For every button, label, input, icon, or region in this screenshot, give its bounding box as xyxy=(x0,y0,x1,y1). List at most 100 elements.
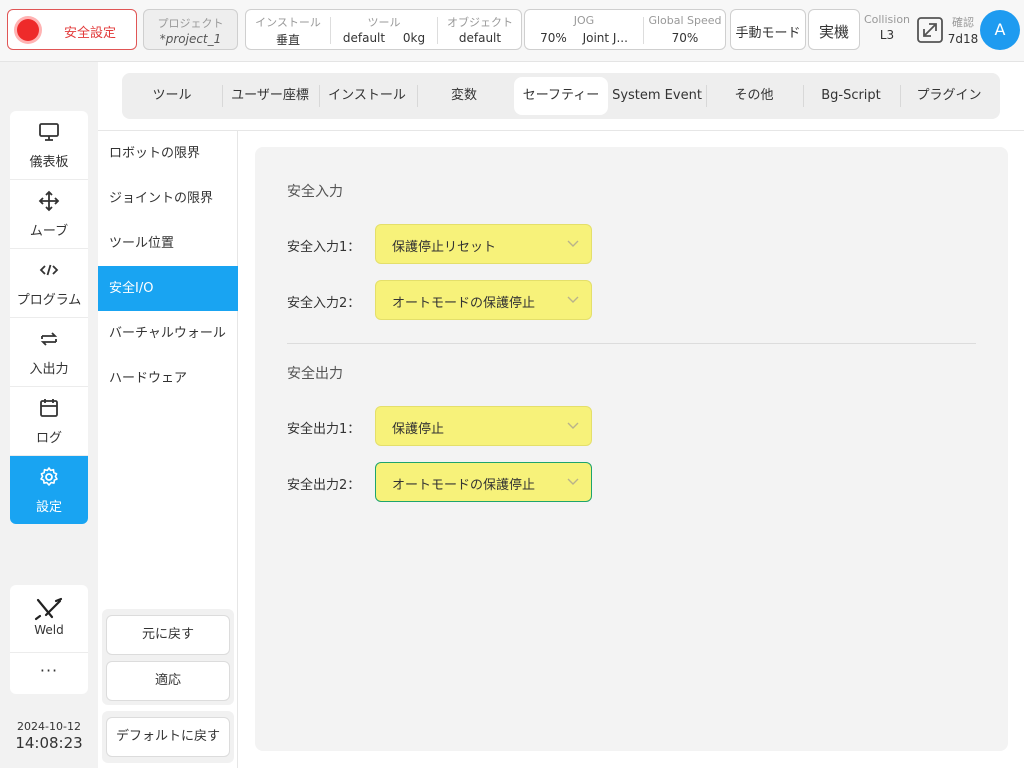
tab-safety[interactable]: セーフティー xyxy=(514,77,608,115)
tool-segment[interactable]: ツール default 0kg xyxy=(331,10,437,49)
nav-item-label: ログ xyxy=(35,431,62,446)
jog-segment[interactable]: JOG 70% Joint J... xyxy=(525,10,643,49)
jog-speed: 70% xyxy=(540,31,567,45)
manual-mode-button[interactable]: 手動モード xyxy=(730,9,806,50)
select-value: オートモードの保護停止 xyxy=(392,296,536,311)
project-box[interactable]: プロジェクト *project_1 xyxy=(143,9,238,50)
subnav-robot-limits[interactable]: ロボットの限界 xyxy=(98,131,238,176)
tab-user-coordinates[interactable]: ユーザー座標 xyxy=(224,77,316,115)
nav-item-label: 設定 xyxy=(35,500,62,515)
more-button[interactable]: ··· xyxy=(10,653,88,694)
reset-default-button[interactable]: デフォルトに戻す xyxy=(106,717,230,757)
object-label: オブジェクト xyxy=(447,16,513,29)
nav-item-move[interactable]: ムーブ xyxy=(10,180,88,249)
real-machine-button[interactable]: 実機 xyxy=(808,9,860,50)
collision-level[interactable]: Collision L3 xyxy=(862,13,912,42)
select-value: オートモードの保護停止 xyxy=(392,478,536,493)
safety-settings-button[interactable]: 安全設定 xyxy=(7,9,137,50)
nav-item-dashboard[interactable]: 儀表板 xyxy=(10,111,88,180)
global-speed-value: 70% xyxy=(671,31,699,45)
tab-divider xyxy=(706,85,707,107)
calendar-icon xyxy=(40,399,58,417)
main-content: ツール ユーザー座標 インストール 変数 セーフティー System Event… xyxy=(98,62,1024,768)
chevron-down-icon xyxy=(567,240,579,247)
global-speed-segment[interactable]: Global Speed 70% xyxy=(644,10,726,49)
install-segment[interactable]: インストール 垂直 xyxy=(246,10,330,49)
tab-other[interactable]: その他 xyxy=(708,77,800,115)
tab-bg-script[interactable]: Bg-Script xyxy=(804,77,898,115)
default-group: デフォルトに戻す xyxy=(102,711,234,763)
confirm-label: 確認 xyxy=(952,16,974,29)
weld-torch-icon xyxy=(34,597,63,621)
collision-value: L3 xyxy=(879,28,895,42)
plugin-shortcuts: Weld ··· xyxy=(10,585,88,694)
manual-mode-label: 手動モード xyxy=(735,26,801,41)
safety-input-2-label: 安全入力2： xyxy=(287,296,361,311)
tab-divider xyxy=(900,85,901,107)
avatar[interactable]: A xyxy=(980,10,1020,50)
install-value: 垂直 xyxy=(275,33,300,47)
safety-input-title: 安全入力 xyxy=(287,184,343,200)
time-text: 14:08:23 xyxy=(15,734,83,752)
tab-variables[interactable]: 変数 xyxy=(418,77,510,115)
nav-item-io[interactable]: 入出力 xyxy=(10,318,88,387)
subnav-hardware[interactable]: ハードウェア xyxy=(98,356,238,401)
tab-install[interactable]: インストール xyxy=(320,77,414,115)
chevron-down-icon xyxy=(567,296,579,303)
real-machine-label: 実機 xyxy=(818,23,849,41)
subnav-joint-limits[interactable]: ジョイントの限界 xyxy=(98,176,238,221)
subnav-safety-io[interactable]: 安全I/O xyxy=(98,266,238,311)
weld-button[interactable]: Weld xyxy=(10,585,88,653)
project-label: プロジェクト xyxy=(157,17,224,30)
safety-output-2-label: 安全出力2： xyxy=(287,478,361,493)
safety-output-2-select[interactable]: オートモードの保護停止 xyxy=(375,462,592,502)
jog-mode: Joint J... xyxy=(582,31,628,45)
safety-io-panel: 安全入力 安全入力1： 保護停止リセット 安全入力2： オートモードの保護停止 … xyxy=(255,147,1008,751)
tool-name: default xyxy=(342,31,386,45)
subnav-virtual-wall[interactable]: バーチャルウォール xyxy=(98,311,238,356)
tab-divider xyxy=(222,85,223,107)
project-value: *project_1 xyxy=(159,32,222,46)
top-bar: 安全設定 プロジェクト *project_1 インストール 垂直 ツール def… xyxy=(0,0,1024,62)
date-text: 2024-10-12 xyxy=(17,720,81,733)
safety-output-1-select[interactable]: 保護停止 xyxy=(375,406,592,446)
revert-apply-group: 元に戻す 適応 xyxy=(102,609,234,705)
jog-label: JOG xyxy=(573,14,595,27)
nav-item-label: プログラム xyxy=(16,293,82,308)
nav-item-label: 入出力 xyxy=(29,362,69,377)
safety-output-title: 安全出力 xyxy=(287,366,343,382)
tab-system-event[interactable]: System Event xyxy=(610,77,704,115)
apply-button[interactable]: 適応 xyxy=(106,661,230,701)
jog-speed-box[interactable]: JOG 70% Joint J... Global Speed 70% xyxy=(524,9,726,50)
safety-subnav: ロボットの限界 ジョイントの限界 ツール位置 安全I/O バーチャルウォール ハ… xyxy=(98,131,238,768)
object-segment[interactable]: オブジェクト default xyxy=(438,10,522,49)
collision-label: Collision xyxy=(863,13,911,26)
tab-tool[interactable]: ツール xyxy=(126,77,218,115)
weld-label: Weld xyxy=(34,623,64,637)
subnav-tool-position[interactable]: ツール位置 xyxy=(98,221,238,266)
clock: 2024-10-12 14:08:23 xyxy=(10,720,88,752)
install-label: インストール xyxy=(255,16,321,29)
nav-item-program[interactable]: プログラム xyxy=(10,249,88,318)
nav-item-settings[interactable]: 設定 xyxy=(10,456,88,524)
expand-icon[interactable] xyxy=(916,16,944,44)
safety-input-2-select[interactable]: オートモードの保護停止 xyxy=(375,280,592,320)
gear-icon xyxy=(40,467,58,486)
tab-plugins[interactable]: プラグイン xyxy=(902,77,996,115)
confirm-value: 7d18 xyxy=(947,32,979,46)
install-tool-object-box[interactable]: インストール 垂直 ツール default 0kg オブジェクト default xyxy=(245,9,522,50)
nav-item-label: 儀表板 xyxy=(29,155,69,170)
monitor-icon xyxy=(39,123,59,141)
tool-weight: 0kg xyxy=(402,31,426,45)
tool-label: ツール xyxy=(367,16,401,29)
global-speed-label: Global Speed xyxy=(648,14,722,27)
revert-button[interactable]: 元に戻す xyxy=(106,615,230,655)
safety-settings-label: 安全設定 xyxy=(64,26,117,41)
jog-value: 70% Joint J... xyxy=(525,31,643,45)
nav-item-log[interactable]: ログ xyxy=(10,387,88,456)
swap-icon xyxy=(40,332,58,346)
confirm-code: 確認 7d18 xyxy=(946,14,980,46)
chevron-down-icon xyxy=(567,422,579,429)
chevron-down-icon xyxy=(567,478,579,485)
safety-input-1-select[interactable]: 保護停止リセット xyxy=(375,224,592,264)
